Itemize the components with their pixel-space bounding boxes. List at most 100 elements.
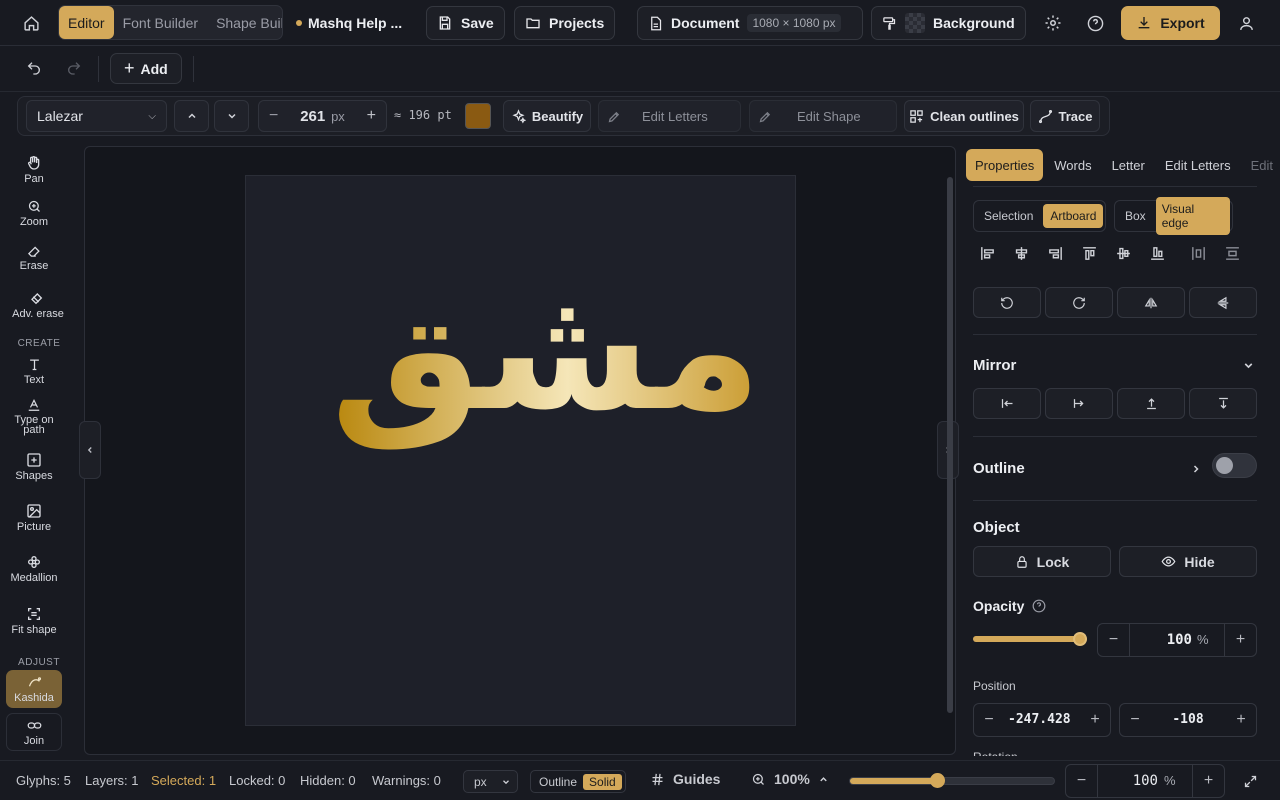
position-y-decrease[interactable]: − (1120, 704, 1150, 736)
edit-letters-button[interactable]: Edit Letters (598, 100, 741, 132)
chevron-down-icon[interactable] (1242, 359, 1255, 372)
align-right-icon[interactable] (1047, 245, 1064, 262)
clean-outlines-button[interactable]: Clean outlines (904, 100, 1024, 132)
mirror-down-button[interactable] (1189, 388, 1257, 419)
undo-button[interactable] (22, 56, 46, 80)
tool-pan[interactable]: Pan (6, 155, 62, 185)
unit-select[interactable]: px (463, 770, 518, 793)
opacity-increase-button[interactable]: + (1224, 624, 1256, 656)
bounds-box-option[interactable]: Box (1117, 204, 1154, 228)
zoom-value[interactable]: 100 (1106, 773, 1158, 789)
mode-editor[interactable]: Editor (59, 6, 114, 39)
tool-medallion[interactable]: Medallion (6, 554, 62, 584)
text-color-swatch[interactable] (465, 103, 491, 129)
font-prev-button[interactable] (174, 100, 209, 132)
position-x-decrease[interactable]: − (974, 704, 1004, 736)
rotate-cw-button[interactable] (1045, 287, 1113, 318)
font-size-value[interactable]: 261 (300, 108, 325, 125)
help-tab[interactable]: Mashq Help ... (290, 6, 408, 40)
tab-words[interactable]: Words (1045, 149, 1100, 181)
align-bottom-icon[interactable] (1149, 245, 1166, 262)
add-button[interactable]: + Add (110, 53, 182, 84)
distribute-v-icon[interactable] (1224, 245, 1241, 262)
zoom-decrease-button[interactable]: − (1066, 765, 1098, 797)
edit-shape-button[interactable]: Edit Shape (749, 100, 897, 132)
zoom-increase-button[interactable]: + (1192, 765, 1224, 797)
render-outline-option[interactable]: Outline (533, 775, 583, 789)
opacity-decrease-button[interactable]: − (1098, 624, 1130, 656)
save-button[interactable]: Save (426, 6, 505, 40)
home-button[interactable] (16, 8, 46, 38)
align-artboard-option[interactable]: Artboard (1043, 204, 1104, 228)
zoom-slider[interactable] (849, 773, 1055, 788)
distribute-h-icon[interactable] (1190, 245, 1207, 262)
mode-shape-builder[interactable]: Shape Builder (207, 6, 282, 39)
flip-vertical-button[interactable] (1189, 287, 1257, 318)
zoom-menu[interactable]: 100% (751, 771, 829, 787)
tab-edit[interactable]: Edit (1242, 149, 1280, 181)
render-solid-option[interactable]: Solid (583, 773, 622, 790)
mirror-up-button[interactable] (1117, 388, 1185, 419)
artboard[interactable]: مشق (245, 175, 796, 726)
tool-kashida[interactable]: Kashida (6, 670, 62, 708)
tool-adv-erase[interactable]: Adv. erase (4, 290, 72, 320)
tool-shapes[interactable]: Shapes (6, 452, 62, 482)
tool-zoom[interactable]: Zoom (6, 199, 62, 228)
projects-button[interactable]: Projects (514, 6, 616, 40)
tool-fit-shape[interactable]: Fit shape (6, 606, 62, 636)
lock-button[interactable]: Lock (973, 546, 1111, 577)
align-left-icon[interactable] (979, 245, 996, 262)
opacity-slider-thumb[interactable] (1073, 632, 1087, 646)
tool-picture[interactable]: Picture (6, 503, 62, 533)
align-center-h-icon[interactable] (1013, 245, 1030, 262)
fullscreen-button[interactable] (1240, 771, 1260, 791)
bounds-visual-option[interactable]: Visual edge (1155, 197, 1230, 235)
canvas-area[interactable]: مشق (79, 146, 959, 755)
opacity-value[interactable]: 100 (1138, 632, 1192, 648)
tab-edit-letters[interactable]: Edit Letters (1156, 149, 1240, 181)
guides-button[interactable]: Guides (650, 771, 720, 787)
font-next-button[interactable] (214, 100, 249, 132)
info-circle-icon[interactable] (1032, 599, 1046, 613)
flip-horizontal-button[interactable] (1117, 287, 1185, 318)
mirror-right-button[interactable] (1045, 388, 1113, 419)
background-button[interactable]: Background (871, 6, 1026, 40)
increase-size-button[interactable]: + (367, 107, 376, 125)
tool-text[interactable]: Text (6, 357, 62, 386)
position-x-value[interactable]: -247.428 (1008, 712, 1076, 727)
tool-join[interactable]: Join (6, 713, 62, 751)
help-button[interactable] (1082, 10, 1108, 36)
tool-erase[interactable]: Erase (6, 243, 62, 272)
font-select[interactable]: Lalezar ⌵ (26, 100, 167, 132)
rotate-ccw-button[interactable] (973, 287, 1041, 318)
collapse-left-handle[interactable] (79, 421, 101, 479)
account-button[interactable] (1233, 10, 1259, 36)
position-y-increase[interactable]: + (1226, 704, 1256, 736)
tab-properties[interactable]: Properties (966, 149, 1044, 181)
opacity-slider[interactable] (973, 632, 1087, 646)
locked-count: Locked: 0 (229, 773, 286, 788)
tool-type-on-path[interactable]: Type on path (6, 398, 62, 436)
align-top-icon[interactable] (1081, 245, 1098, 262)
canvas-scrollbar[interactable] (947, 177, 953, 713)
calligraphy-text[interactable]: مشق (246, 176, 797, 727)
align-selection-option[interactable]: Selection (976, 204, 1041, 228)
settings-button[interactable] (1040, 10, 1066, 36)
outline-toggle[interactable] (1212, 453, 1257, 478)
document-size-badge: 1080 × 1080 px (747, 14, 841, 32)
position-x-increase[interactable]: + (1080, 704, 1110, 736)
mode-font-builder[interactable]: Font Builder (114, 6, 207, 39)
align-center-v-icon[interactable] (1115, 245, 1132, 262)
trace-button[interactable]: Trace (1030, 100, 1100, 132)
redo-button[interactable] (62, 56, 86, 80)
hide-button[interactable]: Hide (1119, 546, 1257, 577)
zoom-slider-thumb[interactable] (929, 773, 945, 788)
export-button[interactable]: Export (1121, 6, 1220, 40)
decrease-size-button[interactable]: − (269, 107, 278, 125)
beautify-button[interactable]: Beautify (503, 100, 591, 132)
document-button[interactable]: Document 1080 × 1080 px (637, 6, 863, 40)
position-y-value[interactable]: -108 (1154, 712, 1222, 727)
mirror-left-button[interactable] (973, 388, 1041, 419)
tab-letter[interactable]: Letter (1103, 149, 1154, 181)
chevron-right-icon[interactable] (1190, 463, 1202, 475)
